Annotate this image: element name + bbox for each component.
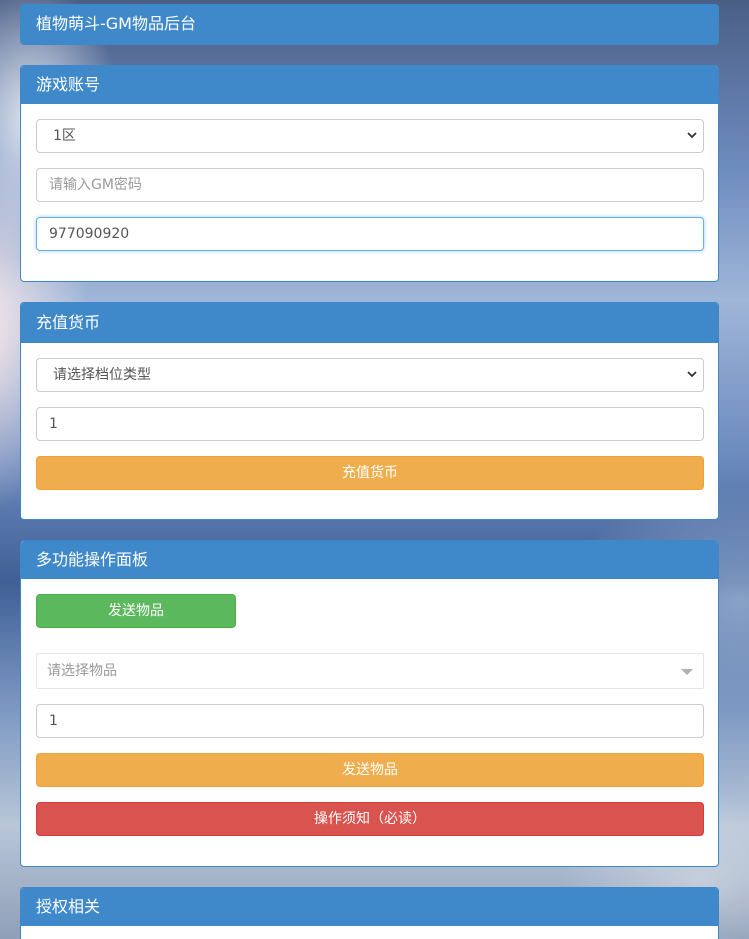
account-panel-title: 游戏账号 — [21, 66, 718, 104]
license-panel: 授权相关 — [20, 887, 719, 939]
page-title: 植物萌斗-GM物品后台 — [21, 5, 718, 44]
recharge-amount-input[interactable]: 1 — [36, 407, 704, 441]
account-id-value: 977090920 — [49, 226, 130, 242]
recharge-amount-value: 1 — [49, 416, 58, 432]
account-id-input[interactable]: 977090920 — [36, 217, 704, 251]
recharge-panel-body: 请选择档位类型 1 充值货币 — [21, 343, 718, 490]
caret-down-icon — [681, 669, 693, 675]
recharge-panel-title: 充值货币 — [21, 303, 718, 343]
gm-password-placeholder: 请输入GM密码 — [49, 177, 142, 193]
server-select[interactable]: 1区 — [36, 119, 704, 153]
server-select-value: 1区 — [53, 128, 76, 144]
item-select-placeholder: 请选择物品 — [47, 663, 117, 679]
multi-panel: 多功能操作面板 发送物品 请选择物品 1 发送物品 操作须知（必读） — [20, 540, 719, 867]
multi-panel-title: 多功能操作面板 — [21, 541, 718, 579]
recharge-button[interactable]: 充值货币 — [36, 456, 704, 490]
notice-button[interactable]: 操作须知（必读） — [36, 802, 704, 836]
chevron-down-icon — [687, 132, 697, 139]
tier-select[interactable]: 请选择档位类型 — [36, 358, 704, 392]
title-panel: 植物萌斗-GM物品后台 — [20, 4, 719, 45]
item-quantity-value: 1 — [49, 713, 58, 729]
chevron-down-icon — [687, 371, 697, 378]
gm-password-input[interactable]: 请输入GM密码 — [36, 168, 704, 202]
account-panel: 游戏账号 1区 请输入GM密码 977090920 — [20, 65, 719, 282]
send-item-tab-button[interactable]: 发送物品 — [36, 594, 236, 628]
multi-panel-body: 发送物品 请选择物品 1 发送物品 操作须知（必读） — [21, 579, 718, 836]
send-item-button[interactable]: 发送物品 — [36, 753, 704, 787]
item-select[interactable]: 请选择物品 — [36, 653, 704, 689]
tier-select-value: 请选择档位类型 — [53, 367, 151, 383]
account-panel-body: 1区 请输入GM密码 977090920 — [21, 104, 718, 251]
recharge-panel: 充值货币 请选择档位类型 1 充值货币 — [20, 302, 719, 520]
license-panel-title: 授权相关 — [21, 888, 718, 926]
item-quantity-input[interactable]: 1 — [36, 704, 704, 738]
